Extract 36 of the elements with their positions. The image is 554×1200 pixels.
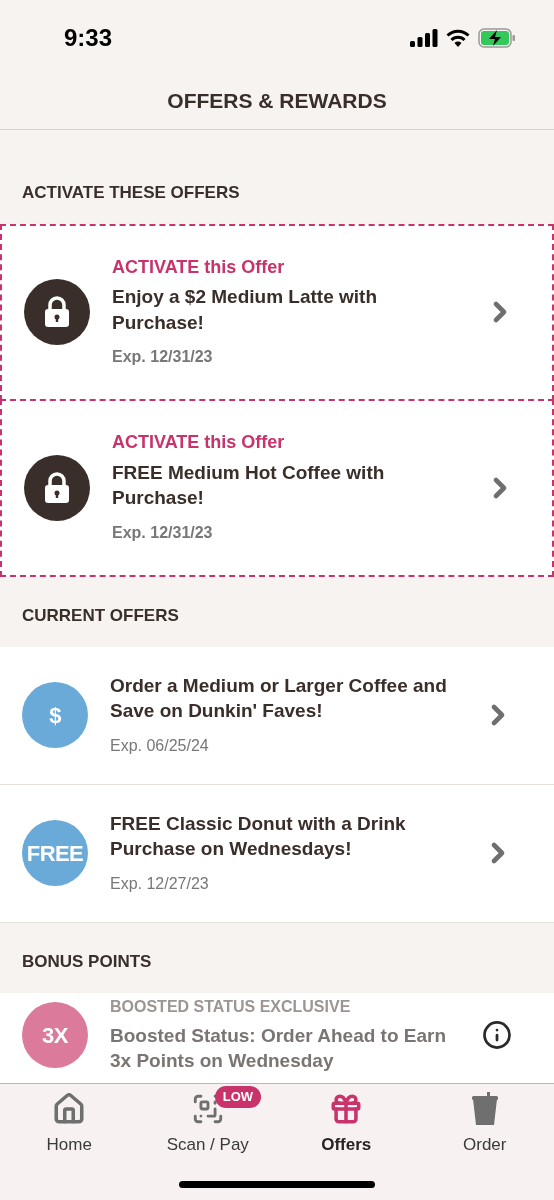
offer-card[interactable]: ACTIVATE this Offer Enjoy a $2 Medium Latte with Purchase! Exp. 12/31/23 bbox=[0, 223, 554, 402]
info-icon[interactable] bbox=[482, 1020, 512, 1051]
activate-label: ACTIVATE this Offer bbox=[112, 255, 286, 278]
offer-title: Order a Medium or Larger Coffee and Save on Dunkin' Faves! bbox=[110, 673, 448, 724]
expiry-date: Exp. 12/31/23 bbox=[112, 347, 214, 368]
offer-title: FREE Medium Hot Coffee with Purchase! bbox=[112, 460, 386, 511]
status-label: BOOSTED STATUS EXCLUSIVE bbox=[110, 996, 352, 1017]
expiry-date: Exp. 12/27/23 bbox=[110, 874, 210, 895]
gift-icon bbox=[329, 1092, 364, 1126]
offer-title: Boosted Status: Order Ahead to Earn 3x Points on Wednesday bbox=[110, 1023, 448, 1074]
offer-badge: 3X bbox=[22, 1002, 88, 1069]
signal-icon bbox=[410, 28, 438, 47]
offer-badge: FREE bbox=[22, 820, 88, 887]
offer-title: FREE Classic Donut with a Drink Purchase on Wednesdays! bbox=[110, 811, 407, 862]
expiry-date: Exp. 06/25/24 bbox=[110, 735, 210, 756]
battery-icon bbox=[478, 27, 516, 48]
section-heading: ACTIVATE THESE OFFERS bbox=[22, 183, 240, 202]
offer-card[interactable]: 3X BOOSTED STATUS EXCLUSIVE Boosted Status: Order Ahead to Earn 3x Points on Wednesday bbox=[0, 992, 554, 1083]
page-title: OFFERS & REWARDS bbox=[167, 88, 387, 114]
offer-card[interactable]: FREE FREE Classic Donut with a Drink Purchase on Wednesdays! Exp. 12/27/23 bbox=[0, 784, 554, 924]
offer-card[interactable]: ACTIVATE this Offer FREE Medium Hot Coffee with Purchase! Exp. 12/31/23 bbox=[0, 399, 554, 578]
cup-icon bbox=[470, 1092, 499, 1126]
offer-badge: $ bbox=[22, 682, 88, 749]
offer-title: Enjoy a $2 Medium Latte with Purchase! bbox=[112, 285, 378, 335]
expiry-date: Exp. 12/31/23 bbox=[112, 523, 214, 544]
home-icon bbox=[52, 1092, 87, 1126]
status-time: 9:33 bbox=[64, 22, 113, 53]
section-heading: BONUS POINTS bbox=[22, 952, 152, 972]
tab-bar-item[interactable]: Order bbox=[415, 1090, 554, 1158]
section-heading: CURRENT OFFERS bbox=[22, 606, 179, 626]
tab-bar-item[interactable]: Home bbox=[0, 1090, 139, 1158]
tab-bar-item[interactable]: Offers bbox=[277, 1090, 416, 1158]
offer-card[interactable]: $ Order a Medium or Larger Coffee and Save on Dunkin' Faves! Exp. 06/25/24 bbox=[0, 646, 554, 785]
activate-label: ACTIVATE this Offer bbox=[112, 431, 286, 454]
wifi-icon bbox=[446, 28, 470, 47]
low-badge: LOW bbox=[214, 1086, 262, 1108]
